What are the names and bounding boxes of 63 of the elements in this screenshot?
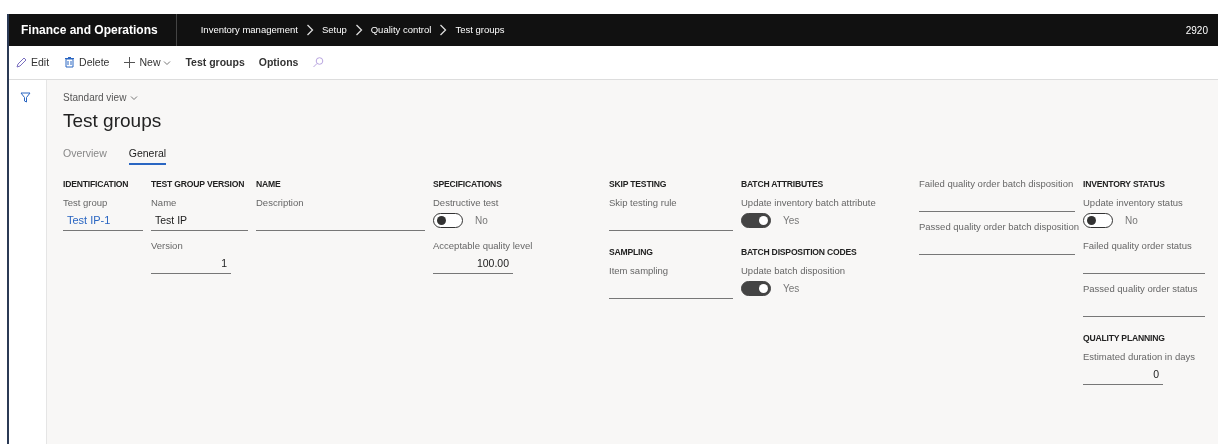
caret-icon — [163, 59, 172, 66]
section-heading: SKIP TESTING — [609, 178, 668, 192]
chevron-icon — [354, 24, 363, 36]
section-heading: INVENTORY STATUS — [1083, 178, 1166, 192]
plus-icon — [123, 56, 137, 69]
company-label[interactable]: 2920 — [1185, 22, 1218, 38]
field-label: Update inventory batch attribute — [741, 196, 877, 210]
field-label: Item sampling — [609, 264, 670, 278]
field-label: Estimated duration in days — [1083, 350, 1196, 364]
field-label: Version — [151, 239, 184, 253]
input-field[interactable]: 0 — [1083, 363, 1163, 386]
field-label: Update batch disposition — [741, 264, 847, 278]
delete-icon — [63, 56, 77, 69]
field-label: Skip testing rule — [609, 196, 678, 210]
field-label: Description — [256, 196, 305, 210]
toggle-switch[interactable] — [433, 212, 463, 228]
section-heading: SPECIFICATIONS — [433, 178, 503, 192]
field-label: Test group — [63, 196, 109, 210]
toggle-switch[interactable] — [741, 280, 771, 296]
delete-button[interactable]: Delete — [63, 54, 110, 71]
field-label: Failed quality order status — [1083, 239, 1193, 253]
caret-icon — [130, 94, 139, 101]
section-heading: TEST GROUP VERSION — [151, 178, 246, 192]
breadcrumb-link[interactable]: Setup — [321, 22, 347, 38]
edit-button[interactable]: Edit — [15, 54, 50, 71]
input-field[interactable]: 1 — [151, 252, 231, 275]
breadcrumb-link[interactable]: Quality control — [370, 22, 432, 38]
toggle-value: Yes — [783, 213, 800, 228]
breadcrumb-link[interactable]: Inventory management — [200, 22, 298, 38]
section-heading: SAMPLING — [609, 246, 654, 260]
edit-icon — [15, 56, 28, 69]
link-field[interactable]: Test IP-1 — [63, 209, 143, 232]
toggle-switch[interactable] — [1083, 212, 1113, 228]
chevron-icon — [439, 24, 448, 36]
chevron-icon — [305, 24, 314, 36]
page-title: Test groups — [63, 109, 163, 133]
section-heading: BATCH ATTRIBUTES — [741, 178, 825, 192]
toggle-value: No — [1125, 213, 1138, 228]
breadcrumb-link[interactable]: Test groups — [455, 22, 505, 38]
input-field[interactable]: Test IP — [151, 209, 248, 232]
new-button[interactable]: New — [123, 54, 172, 71]
field-label: Destructive test — [433, 196, 500, 210]
app-title[interactable]: Finance and Operations — [9, 14, 177, 46]
search-icon — [312, 56, 326, 69]
field-label: Passed quality order status — [1083, 282, 1199, 296]
toggle-value: No — [475, 213, 488, 228]
section-heading: NAME — [256, 178, 282, 192]
input-field[interactable]: 100.00 — [433, 252, 513, 275]
section-heading: BATCH DISPOSITION CODES — [741, 246, 858, 260]
section-heading: IDENTIFICATION — [63, 178, 130, 192]
section-heading: QUALITY PLANNING — [1083, 332, 1166, 346]
filter-icon[interactable] — [20, 91, 31, 103]
field-label: Name — [151, 196, 178, 210]
field-label: Failed quality order batch disposition — [919, 177, 1075, 191]
toggle-value: Yes — [783, 281, 800, 296]
field-label: Acceptable quality level — [433, 239, 534, 253]
tab[interactable]: Overview — [63, 145, 107, 166]
view-selector[interactable]: Standard view — [63, 90, 139, 105]
toolbar-button[interactable]: Test groups — [185, 54, 245, 71]
field-label: Update inventory status — [1083, 196, 1184, 210]
toggle-switch[interactable] — [741, 212, 771, 228]
toolbar-button[interactable]: Options — [258, 54, 299, 71]
tab[interactable]: General — [128, 145, 167, 166]
